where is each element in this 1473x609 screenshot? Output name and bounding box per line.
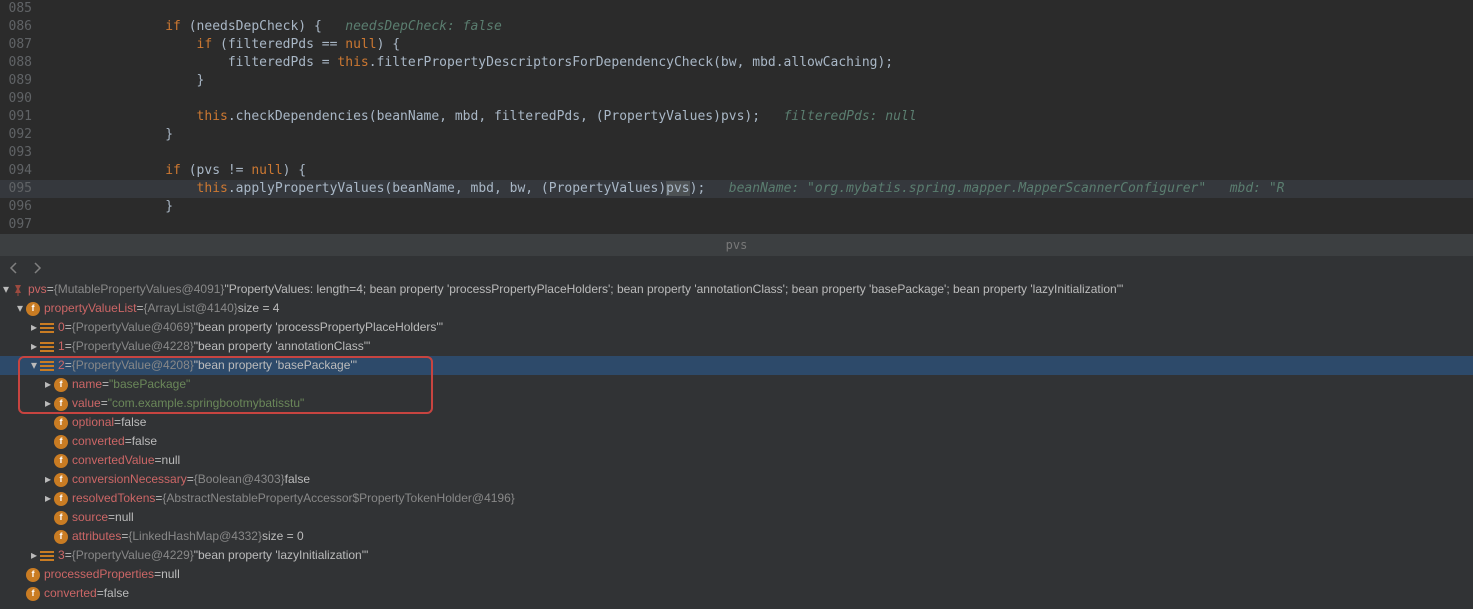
code-content[interactable]: this.applyPropertyValues(beanName, mbd, …	[40, 180, 1473, 198]
list-item-1[interactable]: ▸ 1 = {PropertyValue@4228} "bean propert…	[0, 337, 1473, 356]
list-element-icon	[40, 361, 54, 371]
twisty-right-icon[interactable]: ▸	[28, 550, 40, 562]
twisty-down-icon[interactable]: ▾	[0, 284, 12, 296]
line-number: 095	[0, 180, 40, 198]
field-icon: f	[54, 530, 68, 544]
code-editor[interactable]: 085086 if (needsDepCheck) { needsDepChec…	[0, 0, 1473, 234]
code-content[interactable]: }	[40, 72, 1473, 90]
pin-icon	[12, 283, 26, 297]
code-content[interactable]: this.checkDependencies(beanName, mbd, fi…	[40, 108, 1473, 126]
back-icon[interactable]	[6, 259, 24, 277]
line-number: 089	[0, 72, 40, 90]
code-line[interactable]: 090	[0, 90, 1473, 108]
twisty-right-icon[interactable]: ▸	[42, 398, 54, 410]
variable-converted[interactable]: f converted = false	[0, 432, 1473, 451]
line-number: 086	[0, 18, 40, 36]
code-line[interactable]: 095 this.applyPropertyValues(beanName, m…	[0, 180, 1473, 198]
field-icon: f	[54, 435, 68, 449]
line-number: 097	[0, 216, 40, 234]
line-number: 088	[0, 54, 40, 72]
line-number: 092	[0, 126, 40, 144]
variable-processedProperties[interactable]: f processedProperties = null	[0, 565, 1473, 584]
twisty-right-icon[interactable]: ▸	[42, 379, 54, 391]
code-content[interactable]: filteredPds = this.filterPropertyDescrip…	[40, 54, 1473, 72]
field-icon: f	[54, 511, 68, 525]
list-item-2[interactable]: ▾ 2 = {PropertyValue@4208} "bean propert…	[0, 356, 1473, 375]
list-item-0[interactable]: ▸ 0 = {PropertyValue@4069} "bean propert…	[0, 318, 1473, 337]
code-content[interactable]	[40, 90, 1473, 108]
twisty-right-icon[interactable]: ▸	[42, 493, 54, 505]
code-line[interactable]: 096 }	[0, 198, 1473, 216]
code-line[interactable]: 089 }	[0, 72, 1473, 90]
variable-resolvedTokens[interactable]: ▸ f resolvedTokens = {AbstractNestablePr…	[0, 489, 1473, 508]
line-number: 087	[0, 36, 40, 54]
line-number: 096	[0, 198, 40, 216]
field-icon: f	[26, 302, 40, 316]
variable-attributes[interactable]: f attributes = {LinkedHashMap@4332} size…	[0, 527, 1473, 546]
code-content[interactable]: if (filteredPds == null) {	[40, 36, 1473, 54]
variable-optional[interactable]: f optional = false	[0, 413, 1473, 432]
code-content[interactable]	[40, 0, 1473, 18]
variable-converted-root[interactable]: f converted = false	[0, 584, 1473, 603]
forward-icon[interactable]	[28, 259, 46, 277]
variable-value[interactable]: ▸ f value = "com.example.springbootmybat…	[0, 394, 1473, 413]
variable-convertedValue[interactable]: f convertedValue = null	[0, 451, 1473, 470]
field-icon: f	[54, 397, 68, 411]
code-content[interactable]	[40, 144, 1473, 162]
twisty-right-icon[interactable]: ▸	[28, 341, 40, 353]
line-number: 093	[0, 144, 40, 162]
field-icon: f	[54, 378, 68, 392]
code-line[interactable]: 091 this.checkDependencies(beanName, mbd…	[0, 108, 1473, 126]
field-icon: f	[54, 492, 68, 506]
code-content[interactable]: }	[40, 126, 1473, 144]
twisty-down-icon[interactable]: ▾	[28, 360, 40, 372]
field-icon: f	[54, 416, 68, 430]
field-icon: f	[54, 473, 68, 487]
line-number: 094	[0, 162, 40, 180]
line-number: 085	[0, 0, 40, 18]
code-content[interactable]	[40, 216, 1473, 234]
list-item-3[interactable]: ▸ 3 = {PropertyValue@4229} "bean propert…	[0, 546, 1473, 565]
code-line[interactable]: 085	[0, 0, 1473, 18]
var-name: pvs	[28, 280, 47, 299]
line-number: 091	[0, 108, 40, 126]
twisty-right-icon[interactable]: ▸	[42, 474, 54, 486]
evaluate-expression-bar[interactable]: pvs	[0, 234, 1473, 256]
debugger-toolbar	[0, 256, 1473, 280]
code-line[interactable]: 092 }	[0, 126, 1473, 144]
code-line[interactable]: 087 if (filteredPds == null) {	[0, 36, 1473, 54]
variable-name[interactable]: ▸ f name = "basePackage"	[0, 375, 1473, 394]
code-line[interactable]: 097	[0, 216, 1473, 234]
code-content[interactable]: if (needsDepCheck) { needsDepCheck: fals…	[40, 18, 1473, 36]
variable-conversionNecessary[interactable]: ▸ f conversionNecessary = {Boolean@4303}…	[0, 470, 1473, 489]
code-content[interactable]: }	[40, 198, 1473, 216]
list-element-icon	[40, 323, 54, 333]
twisty-right-icon[interactable]: ▸	[28, 322, 40, 334]
code-line[interactable]: 094 if (pvs != null) {	[0, 162, 1473, 180]
code-content[interactable]: if (pvs != null) {	[40, 162, 1473, 180]
debugger-variables[interactable]: ▾ pvs = {MutablePropertyValues@4091} "Pr…	[0, 280, 1473, 609]
variable-source[interactable]: f source = null	[0, 508, 1473, 527]
twisty-down-icon[interactable]: ▾	[14, 303, 26, 315]
field-icon: f	[26, 568, 40, 582]
list-element-icon	[40, 551, 54, 561]
variable-root-pvs[interactable]: ▾ pvs = {MutablePropertyValues@4091} "Pr…	[0, 280, 1473, 299]
list-element-icon	[40, 342, 54, 352]
field-icon: f	[54, 454, 68, 468]
code-line[interactable]: 093	[0, 144, 1473, 162]
variable-propertyValueList[interactable]: ▾ f propertyValueList = {ArrayList@4140}…	[0, 299, 1473, 318]
field-icon: f	[26, 587, 40, 601]
code-line[interactable]: 086 if (needsDepCheck) { needsDepCheck: …	[0, 18, 1473, 36]
code-line[interactable]: 088 filteredPds = this.filterPropertyDes…	[0, 54, 1473, 72]
line-number: 090	[0, 90, 40, 108]
